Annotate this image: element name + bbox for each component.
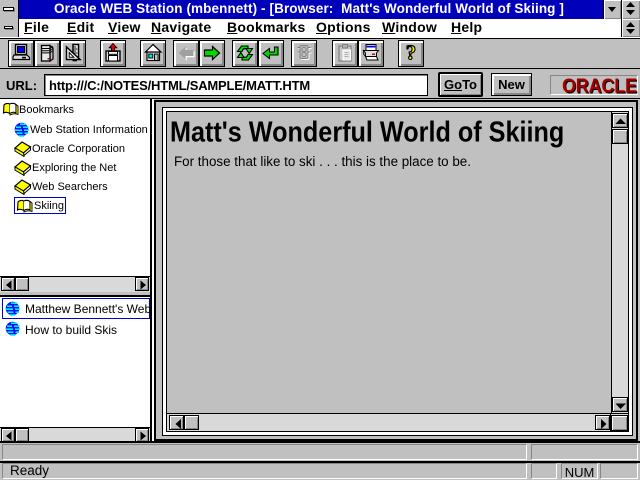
svg-text:?: ? [406,43,417,63]
